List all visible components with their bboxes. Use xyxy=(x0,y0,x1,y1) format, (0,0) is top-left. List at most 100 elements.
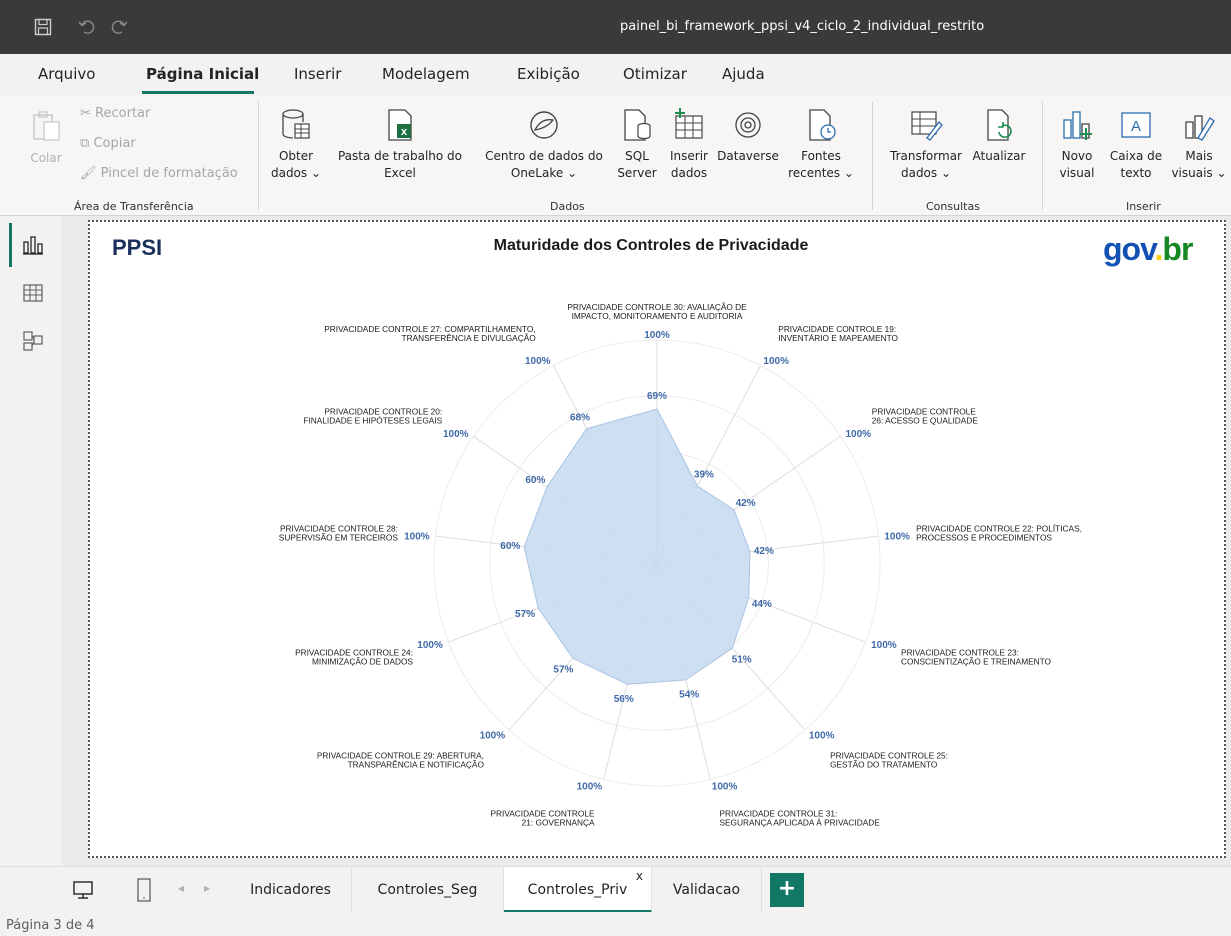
more-visuals-button[interactable]: Mais visuais ⌄ xyxy=(1170,108,1228,182)
format-painter-label: Pincel de formatação xyxy=(100,166,238,181)
excel-workbook-button[interactable]: x Pasta de trabalho do Excel xyxy=(330,108,470,182)
enter-data-button[interactable]: Inserir dados xyxy=(664,108,714,182)
add-page-button[interactable]: + xyxy=(770,873,804,907)
tab-controles-seg[interactable]: Controles_Seg xyxy=(352,867,504,913)
enter-data-label-1: Inserir xyxy=(670,149,708,163)
more-visuals-label-1: Mais xyxy=(1185,149,1213,163)
transform-label-2: dados ⌄ xyxy=(900,166,952,180)
page-indicator: Página 3 de 4 xyxy=(6,918,95,933)
database-icon xyxy=(282,109,310,139)
menu-modelagem[interactable]: Modelagem xyxy=(382,65,470,83)
menu-exibicao[interactable]: Exibição xyxy=(517,65,580,83)
format-painter-button[interactable]: 🖌 Pincel de formatação xyxy=(80,166,238,181)
onelake-hub-button[interactable]: Centro de dados do OneLake ⌄ xyxy=(474,108,614,182)
menu-pagina-inicial[interactable]: Página Inicial xyxy=(146,65,259,83)
target-label-12: 100% xyxy=(525,356,551,367)
more-visuals-icon xyxy=(1185,115,1215,141)
transform-label-1: Transformar xyxy=(890,149,962,163)
undo-icon[interactable] xyxy=(78,18,96,41)
category-label-11: PRIVACIDADE CONTROLE 20: FINALIDADE E HIP… xyxy=(303,407,442,426)
category-label-8: PRIVACIDADE CONTROLE 29: ABERTURA, TRANSP… xyxy=(317,750,485,769)
sql-server-icon xyxy=(624,109,651,141)
menu-inserir[interactable]: Inserir xyxy=(294,65,341,83)
clipboard-group-label: Área de Transferência xyxy=(74,200,194,213)
report-view-icon[interactable] xyxy=(22,234,44,256)
target-label-0: 100% xyxy=(644,330,670,341)
copy-button[interactable]: ⧉ Copiar xyxy=(80,136,136,151)
new-visual-button[interactable]: Novo visual xyxy=(1054,108,1100,182)
onelake-label-2: OneLake ⌄ xyxy=(510,166,578,180)
paste-button[interactable]: Colar xyxy=(24,110,68,167)
target-label-10: 100% xyxy=(404,531,430,542)
scroll-left-icon[interactable]: ◂ xyxy=(178,881,184,895)
recent-sources-button[interactable]: Fontes recentes ⌄ xyxy=(786,108,856,182)
paste-icon xyxy=(33,111,60,141)
textbox-icon: A xyxy=(1121,112,1151,138)
tab-controles-priv[interactable]: Controles_Priv x xyxy=(504,867,652,913)
refresh-label: Atualizar xyxy=(972,149,1026,163)
redo-icon[interactable] xyxy=(110,18,128,41)
transform-data-button[interactable]: Transformar dados ⌄ xyxy=(884,108,968,182)
value-label-5: 51% xyxy=(732,655,752,666)
cut-button[interactable]: ✂ Recortar xyxy=(80,106,150,121)
textbox-button[interactable]: A Caixa de texto xyxy=(1104,108,1168,182)
category-label-5: PRIVACIDADE CONTROLE 25: GESTÃO DO TRATAM… xyxy=(830,750,948,769)
excel-label-2: Excel xyxy=(384,166,416,180)
cut-label: Recortar xyxy=(95,106,151,121)
category-label-9: PRIVACIDADE CONTROLE 24: MINIMIZAÇÃO DE D… xyxy=(295,648,413,667)
status-bar: Página 3 de 4 xyxy=(0,912,1231,936)
gov-br-logo: gov.br xyxy=(1103,231,1194,267)
tab-controles-priv-label: Controles_Priv xyxy=(527,882,628,898)
category-label-2: PRIVACIDADE CONTROLE 26: ACESSO E QUALIDA… xyxy=(872,407,979,426)
target-label-2: 100% xyxy=(845,429,871,440)
table-view-icon[interactable] xyxy=(22,282,44,304)
ppsi-logo-text: PPSI xyxy=(112,235,162,260)
dataverse-button[interactable]: Dataverse xyxy=(716,108,780,165)
scissors-icon: ✂ xyxy=(80,106,91,121)
target-label-11: 100% xyxy=(443,429,469,440)
target-label-9: 100% xyxy=(417,640,443,651)
report-title: Maturidade dos Controles de Privacidade xyxy=(494,237,809,254)
radar-chart[interactable]: PPSI Maturidade dos Controles de Privaci… xyxy=(90,222,1224,856)
target-label-7: 100% xyxy=(577,781,603,792)
model-view-icon[interactable] xyxy=(22,330,44,352)
target-label-8: 100% xyxy=(480,730,506,741)
menu-ajuda[interactable]: Ajuda xyxy=(722,65,765,83)
window-title: painel_bi_framework_ppsi_v4_ciclo_2_indi… xyxy=(620,19,985,34)
active-menu-indicator xyxy=(142,91,254,94)
value-label-4: 44% xyxy=(752,599,772,610)
copy-label: Copiar xyxy=(93,136,136,151)
new-visual-icon xyxy=(1063,111,1092,140)
transform-data-icon xyxy=(911,111,943,141)
ribbon-separator xyxy=(258,102,259,210)
insert-group-label: Inserir xyxy=(1126,200,1161,213)
save-icon[interactable] xyxy=(34,18,52,41)
tab-validacao[interactable]: Validacao xyxy=(652,867,762,913)
value-label-0: 69% xyxy=(647,391,667,402)
category-label-3: PRIVACIDADE CONTROLE 22: POLÍTICAS, PROCE… xyxy=(916,524,1082,543)
textbox-label-1: Caixa de xyxy=(1109,149,1163,163)
value-label-6: 54% xyxy=(679,690,699,701)
copy-icon: ⧉ xyxy=(80,136,90,151)
close-tab-icon[interactable]: x xyxy=(636,870,643,882)
value-label-12: 68% xyxy=(570,412,590,423)
textbox-label-2: texto xyxy=(1120,166,1152,180)
value-label-7: 56% xyxy=(614,694,634,705)
refresh-icon xyxy=(987,109,1012,141)
get-data-button[interactable]: Obter dados ⌄ xyxy=(268,108,324,182)
refresh-button[interactable]: Atualizar xyxy=(968,108,1030,165)
menu-arquivo[interactable]: Arquivo xyxy=(38,65,95,83)
sql-server-button[interactable]: SQL Server xyxy=(616,108,658,182)
scroll-right-icon[interactable]: ▸ xyxy=(204,881,210,895)
value-label-9: 57% xyxy=(515,609,535,620)
gov-br-logo-text: gov.br xyxy=(1103,231,1193,267)
category-label-1: PRIVACIDADE CONTROLE 19: INVENTÁRIO E MAP… xyxy=(778,324,898,343)
mobile-layout-icon[interactable] xyxy=(136,877,152,903)
target-label-4: 100% xyxy=(871,640,897,651)
desktop-layout-icon[interactable] xyxy=(72,879,94,901)
menu-otimizar[interactable]: Otimizar xyxy=(623,65,687,83)
tab-indicadores[interactable]: Indicadores xyxy=(230,867,352,913)
ribbon-separator xyxy=(1042,102,1043,210)
dataverse-icon xyxy=(735,112,761,138)
brush-icon: 🖌 xyxy=(80,166,97,181)
